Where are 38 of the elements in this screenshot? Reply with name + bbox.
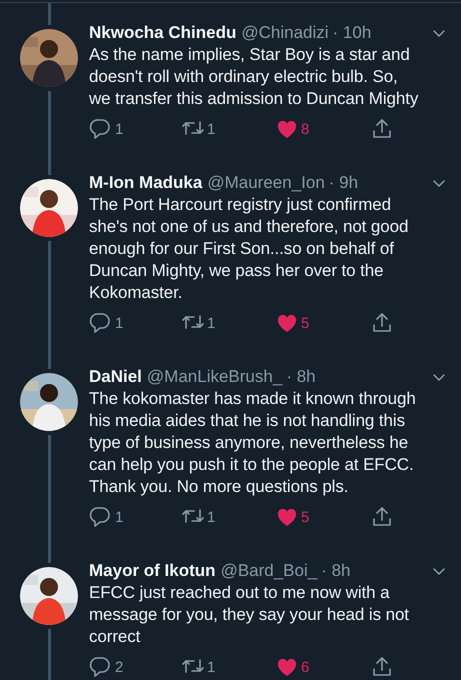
user-name[interactable]: Mayor of Ikotun (89, 561, 216, 581)
user-handle[interactable]: @Bard_Boi_ (220, 561, 318, 581)
share-icon[interactable] (370, 117, 394, 141)
retweet-count: 1 (207, 314, 216, 332)
user-name[interactable]: M-Ion Maduka (89, 173, 202, 193)
retweet-count: 1 (207, 508, 216, 526)
tweet-text: The kokomaster has made it known through his media aides that he is not handling this type of business anymore, nevertheless he can help you push it to the people at EFCC. Thank you. No more questions pls. (89, 388, 417, 498)
like-count: 8 (301, 120, 310, 138)
user-handle[interactable]: @Maureen_Ion (207, 173, 325, 193)
like-count: 6 (301, 658, 310, 676)
reply-icon[interactable] (89, 505, 113, 529)
like-count: 5 (301, 508, 310, 526)
user-handle[interactable]: @ManLikeBrush_ (146, 367, 282, 387)
reply-icon[interactable] (89, 311, 113, 335)
tweet-text: EFCC just reached out to me now with a message for you, they say your head is not correct (89, 582, 410, 648)
reply-icon[interactable] (89, 117, 113, 141)
user-handle[interactable]: @Chinadizi (241, 23, 329, 43)
reply-icon[interactable] (89, 655, 113, 679)
retweet-count: 1 (207, 658, 216, 676)
timestamp: · 8h (321, 561, 351, 581)
user-name[interactable]: Nkwocha Chinedu (89, 23, 236, 43)
timestamp: · 9h (328, 173, 358, 193)
reply-count: 1 (115, 508, 124, 526)
tweet-text: The Port Harcourt registry just confirmed she's not one of us and therefore, not good enough for our First Son...so on behalf of Duncan Mighty, we pass her over to the Kokomaster. (89, 194, 410, 304)
user-name[interactable]: DaNiel (89, 367, 142, 387)
timestamp: · 8h (286, 367, 316, 387)
like-count: 5 (301, 314, 310, 332)
thread-line (48, 3, 50, 25)
reply-count: 2 (115, 658, 124, 676)
retweet-count: 1 (207, 120, 216, 138)
share-icon[interactable] (370, 311, 394, 335)
timestamp: · 10h (332, 23, 372, 43)
reply-count: 1 (115, 314, 124, 332)
share-icon[interactable] (370, 505, 394, 529)
tweet-text: As the name implies, Star Boy is a star and doesn't roll with ordinary electric bulb. So, we transfer this admission to Duncan Mighty (89, 44, 420, 110)
reply-count: 1 (115, 120, 124, 138)
share-icon[interactable] (370, 655, 394, 679)
thread-line (48, 629, 50, 680)
